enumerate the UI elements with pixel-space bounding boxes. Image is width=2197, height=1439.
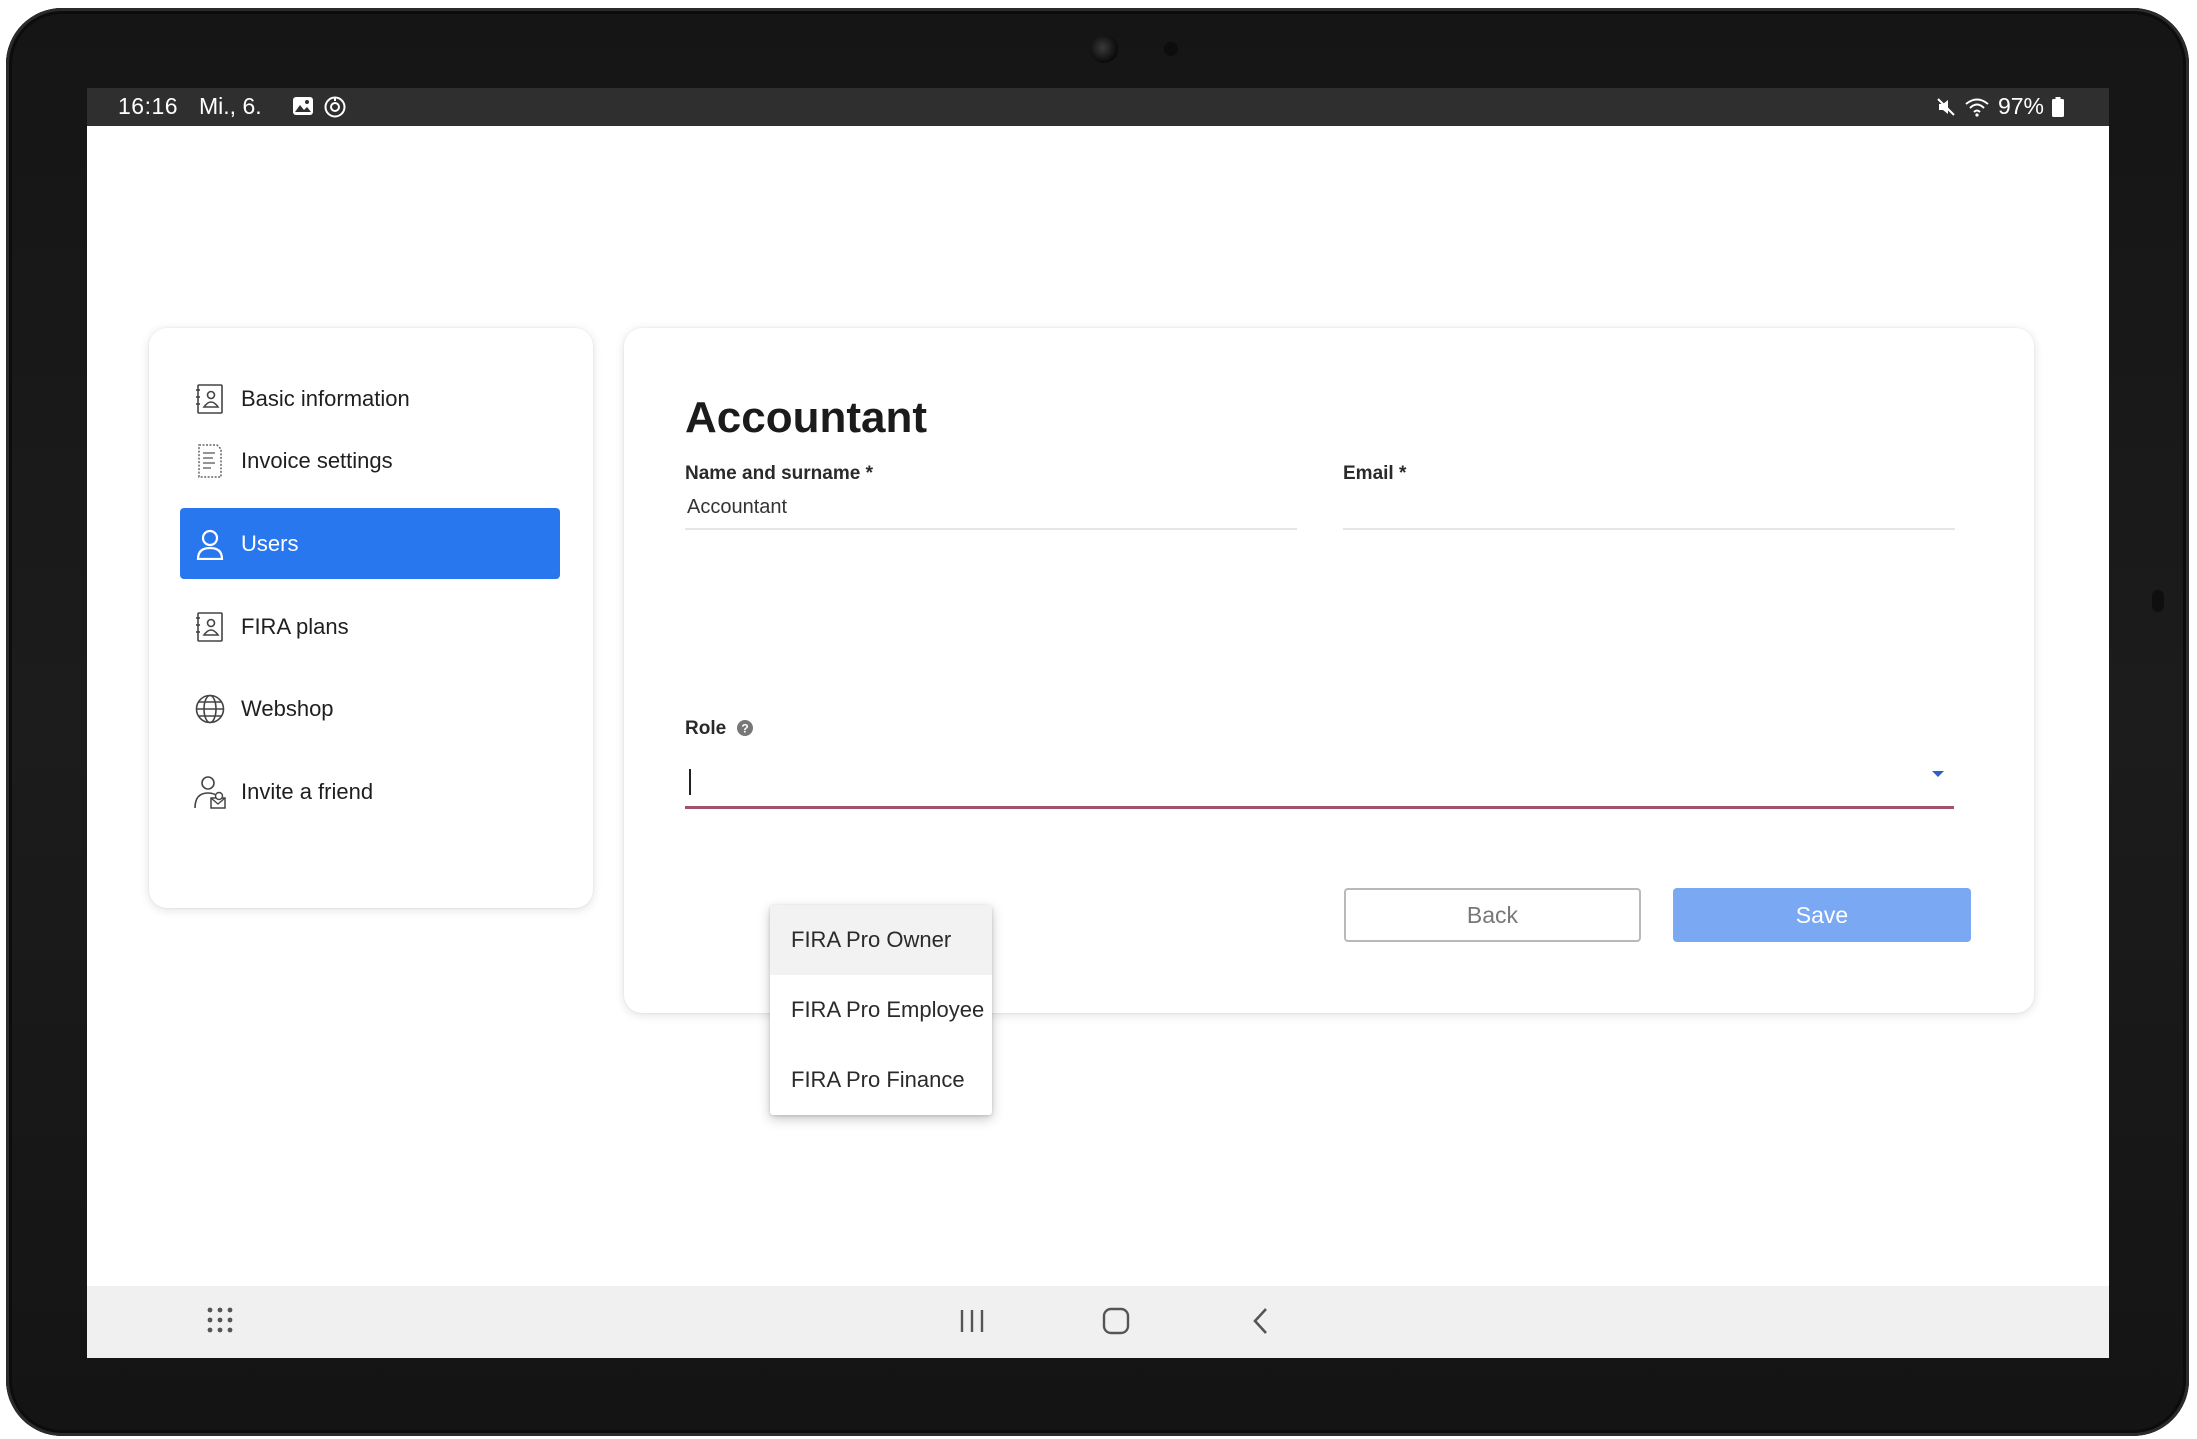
side-sensor bbox=[2152, 590, 2164, 612]
svg-text:?: ? bbox=[741, 722, 748, 736]
role-option-fira-pro-finance[interactable]: FIRA Pro Finance bbox=[770, 1045, 992, 1115]
role-field-label: Role bbox=[685, 718, 727, 739]
sidebar-item-label: FIRA plans bbox=[241, 613, 349, 639]
status-date: Mi., 6. bbox=[199, 93, 262, 119]
email-field[interactable] bbox=[1343, 486, 1955, 530]
gallery-icon bbox=[293, 97, 313, 115]
dropdown-arrow-icon[interactable] bbox=[1930, 769, 1946, 779]
role-options-menu: FIRA Pro Owner FIRA Pro Employee FIRA Pr… bbox=[770, 905, 992, 1115]
name-field-label: Name and surname * bbox=[685, 463, 873, 484]
sidebar-item-invite-a-friend[interactable]: Invite a friend bbox=[180, 756, 560, 827]
globe-icon bbox=[193, 692, 227, 726]
wifi-icon bbox=[1965, 98, 1989, 117]
sidebar-item-users[interactable]: Users bbox=[180, 508, 560, 579]
status-bar: 16:16 Mi., 6. 97% bbox=[87, 88, 2109, 126]
app-drawer-icon[interactable] bbox=[204, 1304, 236, 1336]
light-sensor bbox=[1164, 42, 1178, 56]
save-button[interactable]: Save bbox=[1673, 888, 1971, 942]
recent-apps-icon[interactable] bbox=[957, 1306, 987, 1336]
user-icon bbox=[193, 527, 227, 561]
contact-card-icon bbox=[193, 382, 227, 416]
role-select[interactable] bbox=[685, 753, 1954, 809]
text-caret bbox=[689, 769, 691, 795]
invoice-icon bbox=[193, 443, 227, 478]
sidebar-item-label: Basic information bbox=[241, 385, 410, 411]
sidebar-item-label: Webshop bbox=[241, 695, 334, 721]
email-field-label: Email * bbox=[1343, 463, 1407, 484]
battery-icon bbox=[2052, 96, 2064, 117]
back-button[interactable]: Back bbox=[1344, 888, 1641, 942]
home-icon[interactable] bbox=[1101, 1306, 1131, 1336]
sidebar-item-fira-plans[interactable]: FIRA plans bbox=[180, 591, 560, 662]
status-time: 16:16 bbox=[118, 93, 179, 119]
help-icon[interactable]: ? bbox=[735, 718, 755, 738]
page-title: Accountant bbox=[685, 393, 927, 442]
invite-user-icon bbox=[193, 775, 227, 809]
role-option-fira-pro-owner[interactable]: FIRA Pro Owner bbox=[770, 905, 992, 975]
back-nav-icon[interactable] bbox=[1246, 1306, 1276, 1336]
sidebar-item-basic-information[interactable]: Basic information bbox=[180, 363, 560, 434]
name-field[interactable] bbox=[685, 486, 1297, 530]
sidebar-item-webshop[interactable]: Webshop bbox=[180, 673, 560, 744]
sidebar-item-label: Users bbox=[241, 530, 299, 556]
role-option-fira-pro-employee[interactable]: FIRA Pro Employee bbox=[770, 975, 992, 1045]
sidebar-item-label: Invoice settings bbox=[241, 447, 393, 473]
settings-sidebar: Basic information Invoice settings Users… bbox=[149, 328, 593, 908]
mute-icon bbox=[1937, 97, 1955, 116]
battery-percent: 97% bbox=[1997, 93, 2044, 119]
screen: 16:16 Mi., 6. 97% Basic information Invo… bbox=[87, 88, 2109, 1358]
front-camera bbox=[1090, 35, 1118, 63]
navigation-bar bbox=[87, 1286, 2109, 1358]
sync-icon bbox=[324, 96, 346, 118]
sidebar-item-invoice-settings[interactable]: Invoice settings bbox=[180, 425, 560, 496]
sidebar-item-label: Invite a friend bbox=[241, 778, 374, 804]
contact-card-icon bbox=[193, 610, 227, 644]
